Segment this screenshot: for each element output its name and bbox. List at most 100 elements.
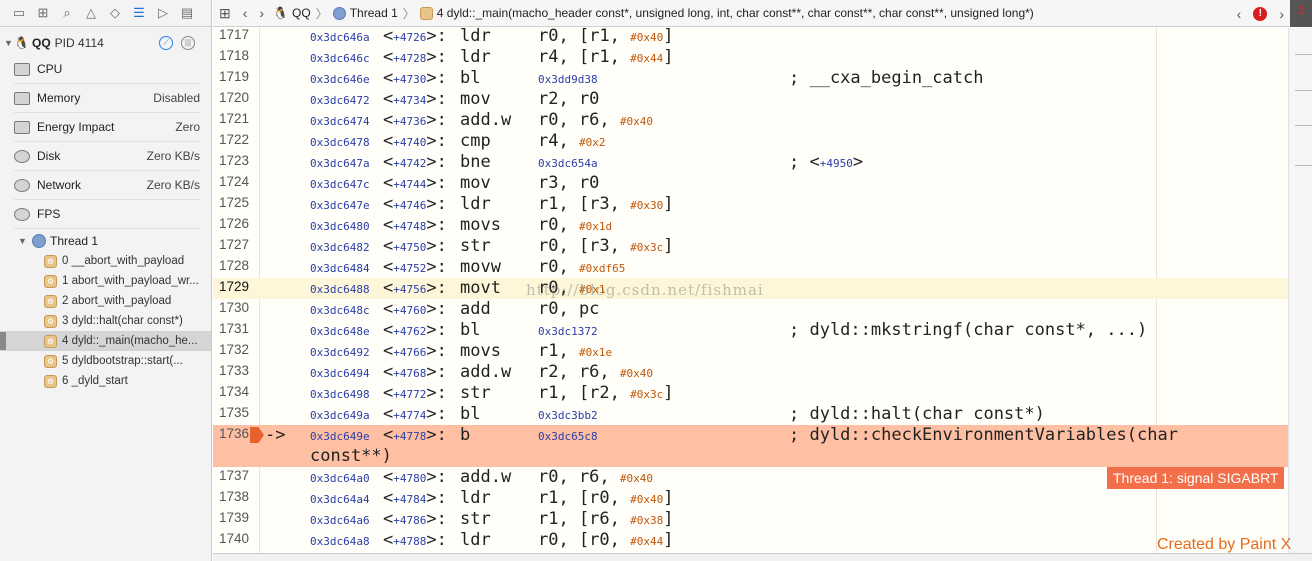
instruction-offset: <+4756>:: [383, 278, 447, 298]
operand-close: ]: [663, 383, 674, 403]
vertical-scrollbar[interactable]: [1288, 28, 1312, 561]
gauge-icon[interactable]: ⟋: [159, 36, 173, 50]
code-line[interactable]: 1722 0x3dc6478 <+4740>: cmp r4, #0x2: [213, 131, 1288, 152]
prev-issue-icon[interactable]: ‹: [1231, 6, 1248, 22]
gauge-label: Memory: [37, 91, 81, 105]
instruction-address: 0x3dc64a6: [310, 514, 370, 527]
offset-value: +4784: [393, 493, 427, 506]
comment-icon[interactable]: ▤: [176, 2, 198, 24]
code-line[interactable]: 1726 0x3dc6480 <+4748>: movs r0, #0x1d: [213, 215, 1288, 236]
code-line[interactable]: 1723 0x3dc647a <+4742>: bne 0x3dc654a ; <+495…: [213, 152, 1288, 173]
forward-icon[interactable]: ›: [253, 5, 270, 21]
breadcrumb-frame-label: 4 dyld::_main(macho_header const*, unsig…: [436, 6, 1034, 20]
code-line[interactable]: 1720 0x3dc6472 <+4734>: mov r2, r0: [213, 89, 1288, 110]
code-line[interactable]: 1725 0x3dc647e <+4746>: ldr r1, [r3, #0x30]: [213, 194, 1288, 215]
code-line[interactable]: 1728 0x3dc6484 <+4752>: movw r0, #0xdf65: [213, 257, 1288, 278]
code-line[interactable]: 1736 -> 0x3dc649e <+4778>: b 0x3dc65c8 ; dyld:…: [213, 425, 1288, 467]
mnemonic: str: [460, 236, 491, 256]
code-line[interactable]: 1731 0x3dc648e <+4762>: bl 0x3dc1372 ; dyld::…: [213, 320, 1288, 341]
breadcrumb-thread[interactable]: Thread 1: [330, 6, 401, 20]
immediate-value: #0x1e: [578, 346, 613, 359]
code-line[interactable]: 1717 0x3dc646a <+4726>: ldr r0, [r1, #0x40]: [213, 28, 1288, 47]
stack-frame-row[interactable]: ⚙ 0 __abort_with_payload: [0, 251, 211, 271]
offset-value: +4774: [393, 409, 427, 422]
immediate-value: #0x1d: [578, 220, 613, 233]
operand-text: r0, pc: [538, 299, 600, 319]
operands: r1, [r6, #0x38]: [538, 509, 674, 529]
offset-close: >:: [426, 383, 447, 403]
error-icon[interactable]: !: [1253, 6, 1268, 21]
line-number: 1717: [218, 28, 249, 42]
operands: r1, [r0, #0x40]: [538, 488, 674, 508]
offset-value: +4746: [393, 199, 427, 212]
operands: r0, r6, #0x40: [538, 467, 653, 487]
code-line[interactable]: 1730 0x3dc648c <+4760>: add r0, pc: [213, 299, 1288, 320]
immediate-value: #0x40: [630, 31, 664, 44]
mnemonic: bl: [460, 404, 481, 424]
stack-frame-row[interactable]: ⚙ 6 _dyld_start: [0, 371, 211, 391]
code-line[interactable]: 1718 0x3dc646c <+4728>: ldr r4, [r1, #0x44]: [213, 47, 1288, 68]
mnemonic: ldr: [460, 28, 491, 46]
folder-icon[interactable]: ▭: [8, 2, 30, 24]
instruction-offset: <+4744>:: [383, 173, 447, 193]
immediate-value: #0x2: [578, 136, 606, 149]
code-line[interactable]: 1721 0x3dc6474 <+4736>: add.w r0, r6, #0x40: [213, 110, 1288, 131]
code-line[interactable]: 1732 0x3dc6492 <+4766>: movs r1, #0x1e: [213, 341, 1288, 362]
gauge-network[interactable]: Network Zero KB/s: [14, 171, 200, 200]
instruction-offset: <+4788>:: [383, 530, 447, 550]
stack-frame-row[interactable]: ⚙ 3 dyld::halt(char const*): [0, 311, 211, 331]
stack-frame-row[interactable]: ⚙ 2 abort_with_payload: [0, 291, 211, 311]
operand-text: r0,: [538, 257, 579, 277]
line-number: 1734: [218, 384, 249, 399]
gauge-memory[interactable]: Memory Disabled: [14, 84, 200, 113]
scroll-marker: [1295, 54, 1312, 55]
next-issue-icon[interactable]: ›: [1273, 6, 1290, 22]
code-line[interactable]: 1719 0x3dc646e <+4730>: bl 0x3dd9d38 ; __cxa_…: [213, 68, 1288, 89]
offset-value: +4740: [393, 136, 427, 149]
search-icon[interactable]: ⌕: [56, 2, 78, 24]
process-row[interactable]: ▼ 🐧 QQ PID 4114 ⟋ |||: [0, 33, 211, 53]
stack-frame-row[interactable]: ⚙ 4 dyld::_main(macho_he...: [0, 331, 211, 351]
offset-open: <: [383, 509, 394, 529]
code-line[interactable]: 1727 0x3dc6482 <+4750>: str r0, [r3, #0x3c]: [213, 236, 1288, 257]
threads-icon[interactable]: |||: [181, 36, 195, 50]
list-icon[interactable]: ☰: [128, 2, 150, 24]
code-line[interactable]: 1735 0x3dc649a <+4774>: bl 0x3dc3bb2 ; dyld::…: [213, 404, 1288, 425]
offset-open: <: [383, 299, 394, 319]
warning-icon[interactable]: △: [80, 2, 102, 24]
stack-frame-row[interactable]: ⚙ 5 dyldbootstrap::start(...: [0, 351, 211, 371]
gauge-cpu[interactable]: CPU: [14, 55, 200, 84]
code-line[interactable]: 1733 0x3dc6494 <+4768>: add.w r2, r6, #0x40: [213, 362, 1288, 383]
gauge-value: Zero KB/s: [146, 178, 200, 192]
disassembly-editor[interactable]: 1717 0x3dc646a <+4726>: ldr r0, [r1, #0x40] 1…: [213, 28, 1288, 561]
diamond-icon[interactable]: ◇: [104, 2, 126, 24]
code-line[interactable]: 1738 0x3dc64a4 <+4784>: ldr r1, [r0, #0x40]: [213, 488, 1288, 509]
breadcrumb-process[interactable]: 🐧 QQ: [270, 6, 314, 20]
grid-icon[interactable]: ⊞: [213, 5, 237, 22]
gauge-disk[interactable]: Disk Zero KB/s: [14, 142, 200, 171]
operands: r0, pc: [538, 299, 599, 319]
code-line[interactable]: 1734 0x3dc6498 <+4772>: str r1, [r2, #0x3c]: [213, 383, 1288, 404]
instruction-address: 0x3dc647c: [310, 178, 370, 191]
stack-frame-label: 0 __abort_with_payload: [62, 255, 185, 267]
gauge-energy-impact[interactable]: Energy Impact Zero: [14, 113, 200, 142]
disclosure-triangle-icon[interactable]: ▼: [0, 236, 27, 246]
instruction-address: 0x3dc6492: [310, 346, 370, 359]
operand-text: r0, r6,: [538, 467, 620, 487]
breadcrumb-frame[interactable]: 4 dyld::_main(macho_header const*, unsig…: [417, 6, 1037, 20]
back-icon[interactable]: ‹: [237, 5, 254, 21]
thread-row[interactable]: ▼ Thread 1: [0, 232, 211, 250]
disclosure-triangle-icon[interactable]: ▼: [0, 38, 14, 48]
offset-value: +4766: [393, 346, 427, 359]
disk-icon: [14, 149, 30, 163]
stack-frame-row[interactable]: ⚙ 1 abort_with_payload_wr...: [0, 271, 211, 291]
immediate-value: #0x44: [630, 52, 664, 65]
code-line[interactable]: 1739 0x3dc64a6 <+4786>: str r1, [r6, #0x38]: [213, 509, 1288, 530]
code-line[interactable]: 1740 0x3dc64a8 <+4788>: ldr r0, [r0, #0x44]: [213, 530, 1288, 551]
tag-icon[interactable]: ▷: [152, 2, 174, 24]
operand-text: r4, [r1,: [538, 47, 631, 67]
hierarchy-icon[interactable]: ⊞: [32, 2, 54, 24]
offset-value: +4730: [393, 73, 427, 86]
gauge-fps[interactable]: FPS: [14, 200, 200, 229]
code-line[interactable]: 1724 0x3dc647c <+4744>: mov r3, r0: [213, 173, 1288, 194]
